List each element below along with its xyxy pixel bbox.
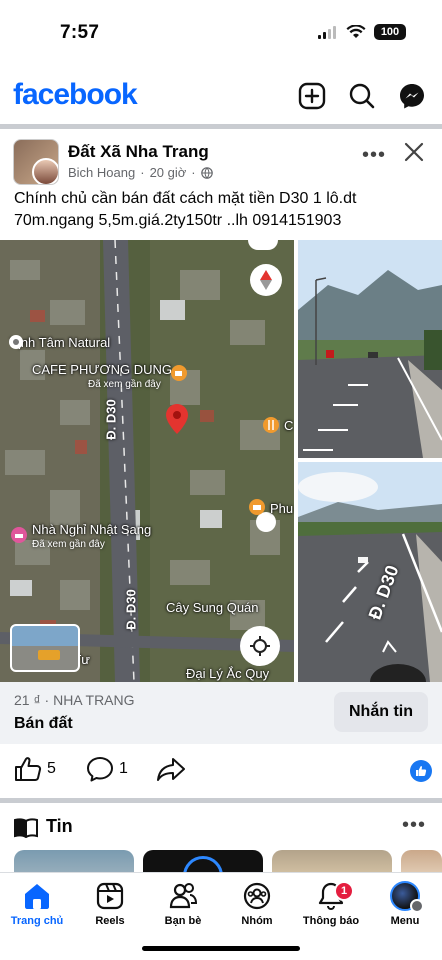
search-button[interactable] bbox=[346, 80, 378, 112]
messenger-icon bbox=[400, 84, 424, 109]
map-label-cay-sung: Cây Sung Quán bbox=[166, 600, 259, 615]
compass-button[interactable] bbox=[250, 264, 282, 296]
group-avatar[interactable] bbox=[13, 139, 59, 185]
nav-notifications-label: Thông báo bbox=[302, 915, 360, 927]
map-label-c: C bbox=[284, 418, 294, 433]
nav-home-label: Trang chủ bbox=[10, 915, 64, 927]
status-icons: 100 bbox=[318, 24, 406, 40]
post-text: Chính chủ cần bán đất cách mặt tiền D30 … bbox=[14, 190, 357, 229]
nav-groups[interactable]: Nhóm bbox=[220, 881, 294, 927]
app-header: facebook bbox=[0, 72, 442, 122]
nav-friends-label: Bạn bè bbox=[164, 915, 202, 927]
divider bbox=[0, 124, 442, 129]
home-icon bbox=[25, 884, 49, 909]
post-image-road-2[interactable]: Đ. D30 bbox=[298, 462, 442, 682]
globe-icon bbox=[200, 166, 213, 179]
post-header: Đất Xã Nha Trang Bich Hoang · 20 giờ · •… bbox=[0, 134, 442, 185]
street-view-car bbox=[38, 650, 60, 660]
comment-icon bbox=[87, 757, 113, 782]
like-button[interactable]: 5 bbox=[14, 756, 56, 782]
post-meta: Bich Hoang · 20 giờ · bbox=[68, 165, 213, 180]
menu-badge-icon bbox=[410, 899, 424, 913]
post-actions: 5 1 bbox=[0, 750, 442, 792]
groups-icon bbox=[243, 882, 271, 910]
post-image-road-1[interactable] bbox=[298, 240, 442, 458]
thumbs-up-icon bbox=[15, 757, 42, 781]
message-seller-button[interactable]: Nhắn tin bbox=[334, 692, 428, 732]
crosshair-icon bbox=[250, 636, 270, 656]
road-photo-2-graphic bbox=[298, 462, 442, 682]
wifi-icon bbox=[346, 25, 366, 38]
signal-icon bbox=[318, 26, 336, 39]
meta-separator: · bbox=[140, 165, 145, 180]
marketplace-info: 21 ₫ · NHA TRANG Bán đất Nhắn tin bbox=[0, 682, 442, 744]
nav-friends[interactable]: Bạn bè bbox=[146, 881, 220, 927]
red-location-pin-icon bbox=[166, 404, 188, 434]
food-pin-icon bbox=[249, 499, 265, 515]
map-label-cafe: CAFE PHƯƠNG DUNG bbox=[32, 362, 172, 377]
map-sublabel-cafe: Đã xem gần đây bbox=[88, 379, 161, 390]
nav-home[interactable]: Trang chủ bbox=[0, 881, 74, 927]
meta-separator: · bbox=[191, 165, 196, 180]
nav-reels[interactable]: Reels bbox=[73, 881, 147, 927]
restaurant-pin-icon bbox=[263, 417, 279, 433]
messenger-button[interactable] bbox=[396, 80, 428, 112]
menu-avatar-icon bbox=[390, 881, 424, 913]
map-label-phu: Phu bbox=[270, 501, 294, 516]
author-name[interactable]: Bich Hoang bbox=[68, 165, 135, 180]
post-image-map[interactable]: Tịnh Tâm Natural CAFE PHƯƠNG DUNG Đã xem… bbox=[0, 240, 294, 682]
group-name[interactable]: Đất Xã Nha Trang bbox=[68, 142, 209, 162]
reaction-like-badge[interactable] bbox=[410, 760, 432, 782]
comment-button[interactable]: 1 bbox=[86, 756, 128, 782]
nav-menu[interactable]: Menu bbox=[368, 881, 442, 927]
author-avatar[interactable] bbox=[32, 158, 58, 184]
close-icon[interactable] bbox=[400, 138, 428, 166]
search-icon bbox=[349, 83, 375, 109]
price-location: 21 ₫ · NHA TRANG bbox=[14, 692, 135, 708]
post-options-icon[interactable]: ••• bbox=[362, 144, 386, 167]
nav-reels-label: Reels bbox=[95, 915, 125, 927]
home-indicator bbox=[142, 946, 300, 951]
item-title[interactable]: Bán đất bbox=[14, 715, 73, 733]
nav-groups-label: Nhóm bbox=[241, 915, 273, 927]
map-label-nha-nghi: Nhà Nghỉ Nhật Sang bbox=[32, 522, 152, 537]
compass-icon bbox=[260, 270, 272, 290]
nav-notifications[interactable]: 1 Thông báo bbox=[294, 881, 368, 927]
battery-indicator: 100 bbox=[374, 24, 406, 40]
divider bbox=[0, 798, 442, 803]
stories-options-icon[interactable]: ••• bbox=[402, 814, 426, 837]
locate-me-button[interactable] bbox=[240, 626, 280, 666]
cafe-pin-icon bbox=[171, 365, 187, 381]
notification-badge: 1 bbox=[334, 881, 354, 901]
map-sublabel-nha-nghi: Đã xem gần đây bbox=[32, 539, 105, 550]
stories-title: Tin bbox=[46, 816, 73, 836]
like-count: 5 bbox=[47, 760, 56, 777]
nav-menu-label: Menu bbox=[390, 915, 420, 927]
status-time: 7:57 bbox=[60, 22, 100, 43]
map-road-label-bottom: Đ. D30 bbox=[123, 589, 139, 630]
book-icon bbox=[14, 818, 38, 838]
hotel-pin-icon bbox=[11, 527, 27, 543]
share-button[interactable] bbox=[156, 756, 186, 782]
stories-header: Tin ••• bbox=[0, 808, 442, 848]
friends-icon bbox=[169, 883, 198, 909]
facebook-logo[interactable]: facebook bbox=[13, 78, 138, 112]
street-view-thumbnail[interactable] bbox=[10, 624, 80, 672]
post-time[interactable]: 20 giờ bbox=[150, 165, 187, 180]
road-photo-1-graphic bbox=[298, 240, 442, 458]
like-reaction-icon bbox=[416, 766, 427, 776]
comment-count: 1 bbox=[119, 760, 128, 777]
status-bar: 7:57 100 bbox=[0, 0, 442, 66]
share-icon bbox=[157, 758, 185, 781]
location-pin-gray-icon bbox=[9, 335, 23, 349]
create-post-button[interactable] bbox=[296, 80, 328, 112]
satellite-map-graphic bbox=[0, 240, 294, 682]
map-label-tinh-tam: Tịnh Tâm Natural bbox=[10, 335, 111, 350]
plus-square-icon bbox=[298, 82, 326, 110]
map-road-label-top: Đ. D30 bbox=[103, 399, 119, 440]
map-label-dai-ly: Đại Lý Ắc Quy bbox=[186, 666, 270, 681]
reels-icon bbox=[96, 882, 124, 910]
